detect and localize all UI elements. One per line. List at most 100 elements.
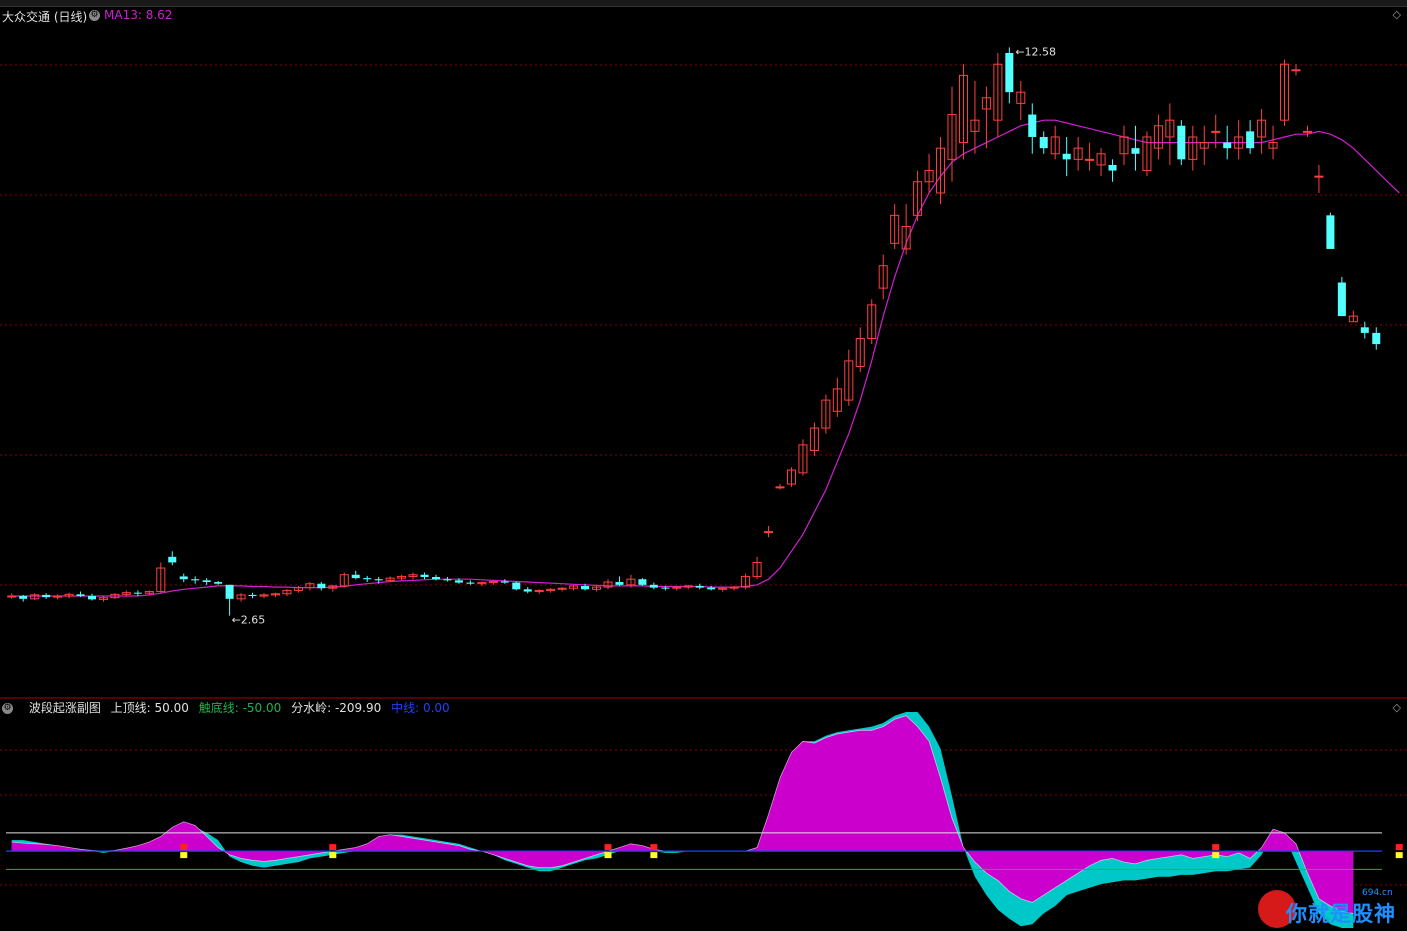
candle [1153, 114, 1163, 160]
candle-body [431, 576, 441, 580]
candle [317, 582, 326, 591]
candle [270, 592, 280, 598]
buy-marker-yellow [1212, 852, 1220, 859]
candle [408, 572, 418, 580]
indicator-line [11, 715, 1354, 914]
candle-body [661, 587, 670, 589]
candle [603, 579, 613, 590]
candle-body [1108, 164, 1117, 171]
candle-body [1131, 148, 1140, 154]
diamond-icon[interactable]: ◇ [1393, 8, 1401, 21]
candle [179, 573, 188, 583]
candle [867, 299, 877, 345]
candle-body [695, 585, 704, 588]
candle [248, 592, 257, 599]
candle [890, 204, 900, 249]
candle-body [317, 583, 326, 589]
candle [1142, 131, 1152, 177]
candle [683, 584, 693, 590]
candle-body [764, 531, 774, 534]
candle [1268, 125, 1278, 160]
candle-body [466, 582, 475, 584]
stock-title: 大众交通 (日线) [2, 10, 88, 24]
candle [1005, 47, 1014, 104]
candle [98, 596, 108, 602]
candle [546, 588, 556, 593]
candle-body [512, 582, 521, 590]
candle-body [1223, 142, 1232, 149]
candle [809, 422, 819, 457]
candle [1337, 276, 1346, 317]
gear-icon[interactable]: ⚙ [89, 10, 100, 21]
candle-body [1211, 130, 1221, 133]
sub-gear-icon[interactable]: ⚙ [2, 701, 19, 715]
candle [1028, 103, 1037, 154]
candle [443, 576, 452, 582]
candle [913, 170, 923, 221]
candle-body [19, 596, 28, 599]
candle-body [1005, 52, 1014, 93]
candle [305, 582, 315, 591]
candle [741, 573, 751, 590]
candle-body [42, 594, 51, 598]
candle [638, 578, 647, 586]
candle-body [615, 582, 624, 585]
candle [1234, 120, 1244, 160]
candle-body [133, 592, 142, 594]
buy-marker-red [180, 844, 188, 851]
candle [1073, 136, 1083, 171]
candle-body [1039, 136, 1048, 149]
candle [397, 574, 407, 581]
candle [1188, 125, 1198, 171]
candle-body [523, 589, 532, 592]
candle [1246, 120, 1255, 154]
magenta-area [11, 715, 1354, 914]
candle [970, 80, 980, 154]
candle-body [1085, 158, 1095, 161]
buy-marker-red [650, 844, 658, 851]
candle [53, 594, 63, 600]
candle-body [1302, 130, 1312, 133]
candle-body [1062, 153, 1071, 160]
lower-line-label: 触底线: -50.00 [198, 701, 282, 715]
diamond-icon-sub[interactable]: ◇ [1393, 701, 1401, 714]
candle [1223, 125, 1232, 160]
main-grid-lines [0, 64, 1407, 699]
ma-indicator[interactable]: ⚙ MA13: 8.62 [89, 8, 172, 22]
buy-marker-yellow [180, 852, 188, 859]
price-labels: ←12.58 ←2.65 [232, 45, 1056, 626]
candle [1085, 142, 1095, 171]
buy-marker-yellow [1395, 852, 1403, 859]
candle-body [202, 580, 211, 583]
candle [488, 580, 498, 585]
candle [775, 484, 785, 490]
candle [557, 587, 567, 592]
divide-line-label: 分水岭: -209.90 [291, 701, 382, 715]
candle [1326, 212, 1335, 249]
candle [1177, 120, 1186, 165]
candle-body [1246, 131, 1255, 149]
buy-marker-yellow [604, 852, 612, 859]
candle-body [168, 556, 177, 563]
candle-body [454, 580, 463, 583]
candle [363, 575, 372, 583]
candle [1131, 125, 1140, 171]
candle-body [363, 578, 372, 580]
ma13-path [11, 119, 1400, 597]
candle [1302, 125, 1312, 137]
candle [993, 52, 1003, 137]
buy-marker-yellow [329, 852, 337, 859]
candle [832, 377, 842, 417]
candle [282, 589, 292, 597]
candle [592, 585, 602, 592]
candle [1062, 136, 1071, 177]
candle-body [649, 584, 658, 588]
candle [1199, 125, 1209, 165]
candle-body [1028, 114, 1037, 137]
candle-body [87, 596, 97, 600]
candle-body [225, 584, 234, 599]
candle [1314, 164, 1324, 193]
candle-body [775, 486, 785, 489]
sub-title: 波段起涨副图 [28, 701, 101, 715]
candle [42, 593, 51, 599]
